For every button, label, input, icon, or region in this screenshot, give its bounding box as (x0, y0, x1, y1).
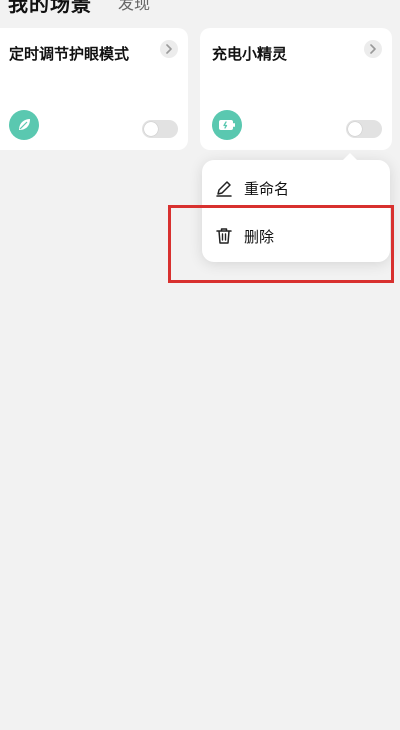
menu-item-label: 重命名 (244, 179, 290, 198)
scene-toggle[interactable] (346, 120, 382, 138)
header-title: 我的场景 (8, 0, 92, 16)
scene-card-charging[interactable]: 充电小精灵 (200, 28, 392, 150)
tab-discover[interactable]: 发现 (118, 0, 150, 14)
leaf-icon (9, 110, 39, 140)
chevron-right-icon[interactable] (364, 40, 382, 58)
scene-toggle[interactable] (142, 120, 178, 138)
pencil-icon (214, 178, 234, 198)
highlight-box (168, 205, 394, 283)
top-header: 我的场景 发现 (0, 0, 400, 16)
scene-card-eye-care[interactable]: 定时调节护眼模式 (0, 28, 188, 150)
scene-card-title: 充电小精灵 (212, 45, 288, 63)
scene-card-title: 定时调节护眼模式 (9, 45, 130, 63)
chevron-right-icon[interactable] (160, 40, 178, 58)
battery-icon (212, 110, 242, 140)
